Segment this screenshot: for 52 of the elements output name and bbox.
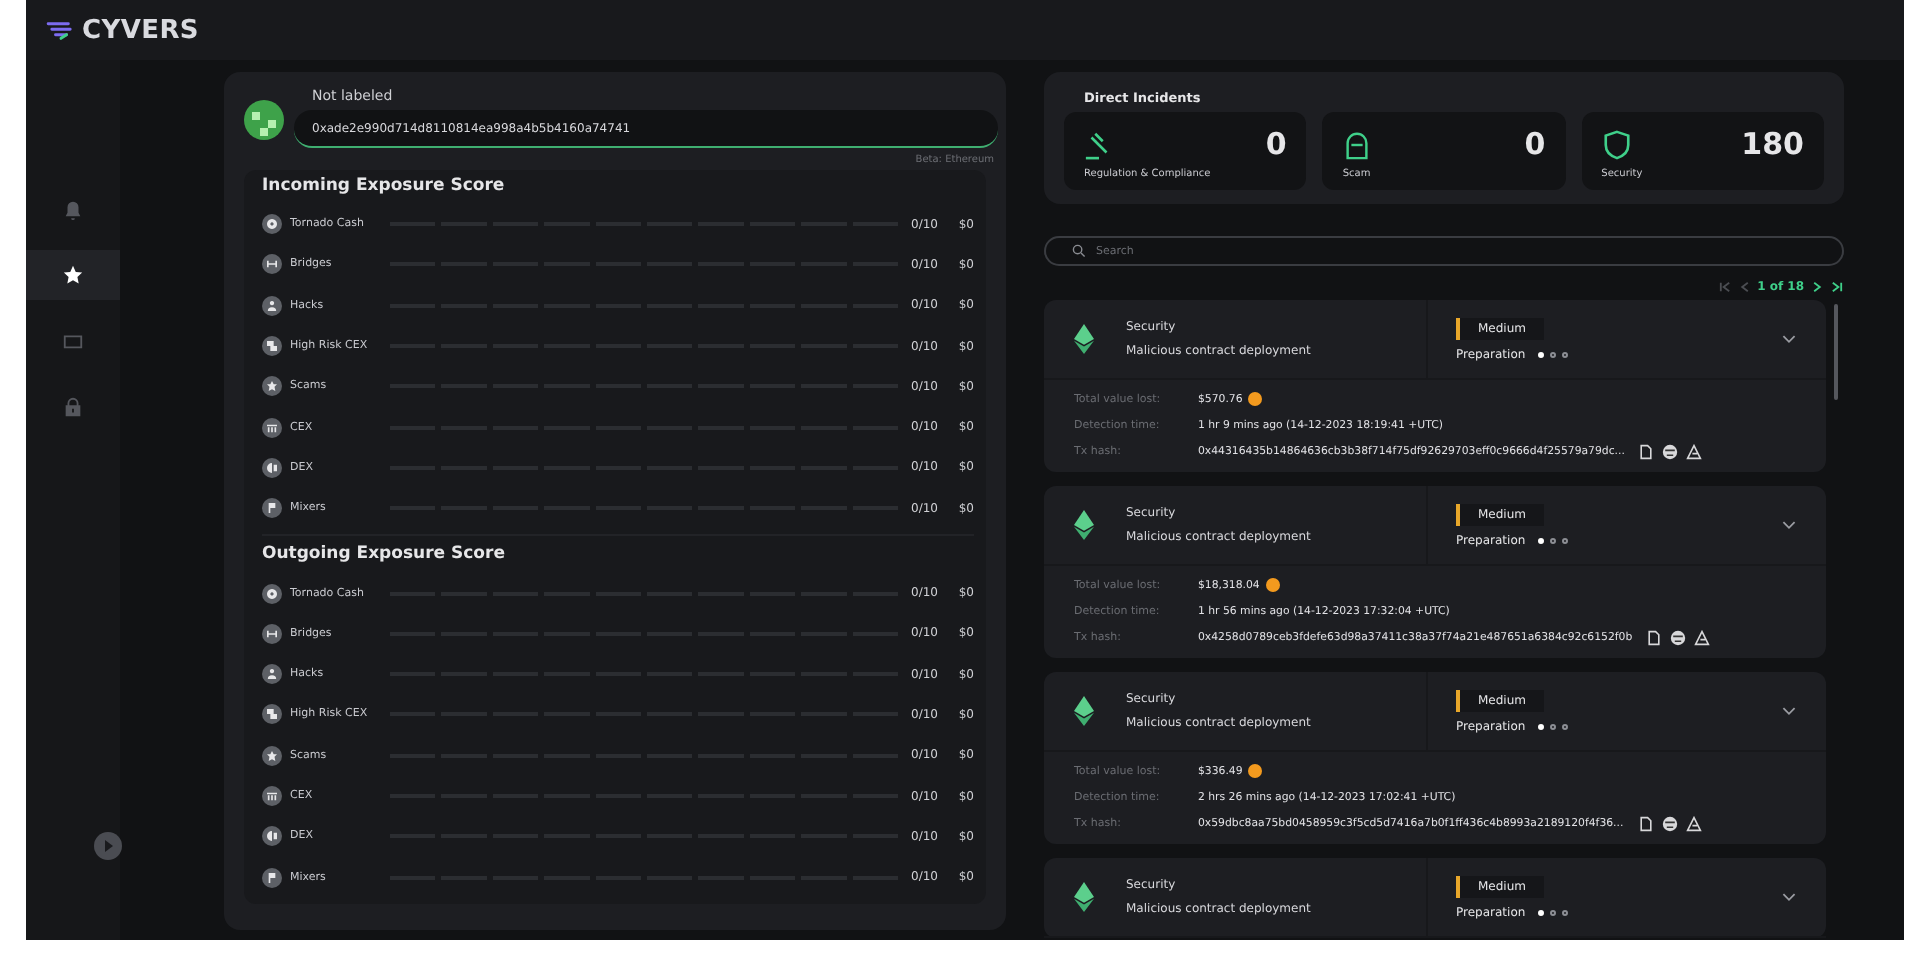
- category-icon: [262, 336, 282, 357]
- category-icon: [262, 214, 282, 235]
- ethereum-icon: [1074, 510, 1094, 540]
- sidebar-item[interactable]: [26, 250, 120, 300]
- category-icon: [262, 623, 282, 644]
- avatar-icon: [244, 100, 284, 140]
- incident-count: 0: [1524, 126, 1546, 162]
- hooded-figure-icon: [1342, 129, 1373, 159]
- copy-icon[interactable]: [1646, 629, 1663, 645]
- copy-icon[interactable]: [1637, 815, 1654, 831]
- category-icon: [262, 498, 282, 519]
- ethereum-icon: [1074, 324, 1094, 354]
- coin-icon: [1248, 764, 1263, 778]
- category-icon: [262, 295, 282, 316]
- coin-icon: [1248, 392, 1263, 406]
- category-icon: [262, 664, 282, 685]
- star-icon: [62, 264, 84, 286]
- shield-icon: [1601, 129, 1632, 159]
- globe-icon[interactable]: [1662, 443, 1679, 459]
- scrollbar-thumb[interactable]: [1834, 304, 1838, 400]
- logo-icon: [46, 19, 76, 41]
- category-icon: [262, 745, 282, 766]
- logo-text: CYVERS: [82, 15, 199, 45]
- chevron-down-icon[interactable]: [1782, 892, 1796, 902]
- globe-icon[interactable]: [1670, 629, 1687, 645]
- chevron-down-icon[interactable]: [1782, 520, 1796, 530]
- bell-icon: [62, 198, 84, 220]
- search-icon: [1072, 244, 1086, 258]
- message-icon: [62, 330, 84, 352]
- lock-icon: [62, 396, 84, 418]
- coin-icon: [1265, 578, 1280, 592]
- category-icon: [262, 867, 282, 888]
- ethereum-icon: [1074, 882, 1094, 912]
- chevron-down-icon[interactable]: [1782, 334, 1796, 344]
- globe-icon[interactable]: [1661, 815, 1678, 831]
- category-icon: [262, 583, 282, 604]
- category-icon: [262, 457, 282, 478]
- incident-count: 180: [1741, 126, 1804, 162]
- incident-count: 0: [1265, 126, 1287, 162]
- last-page-icon[interactable]: [1830, 279, 1844, 293]
- ethereum-icon: [1074, 696, 1094, 726]
- copy-icon[interactable]: [1638, 443, 1655, 459]
- section-title: Incoming Exposure Score: [262, 176, 507, 196]
- category-icon: [262, 254, 282, 275]
- category-icon: [262, 417, 282, 438]
- category-icon: [262, 826, 282, 847]
- category-icon: [262, 704, 282, 725]
- chevron-down-icon[interactable]: [1782, 706, 1796, 716]
- section-title: Outgoing Exposure Score: [262, 544, 507, 565]
- category-icon: [262, 376, 282, 397]
- category-icon: [262, 786, 282, 806]
- next-page-icon[interactable]: [1810, 279, 1824, 293]
